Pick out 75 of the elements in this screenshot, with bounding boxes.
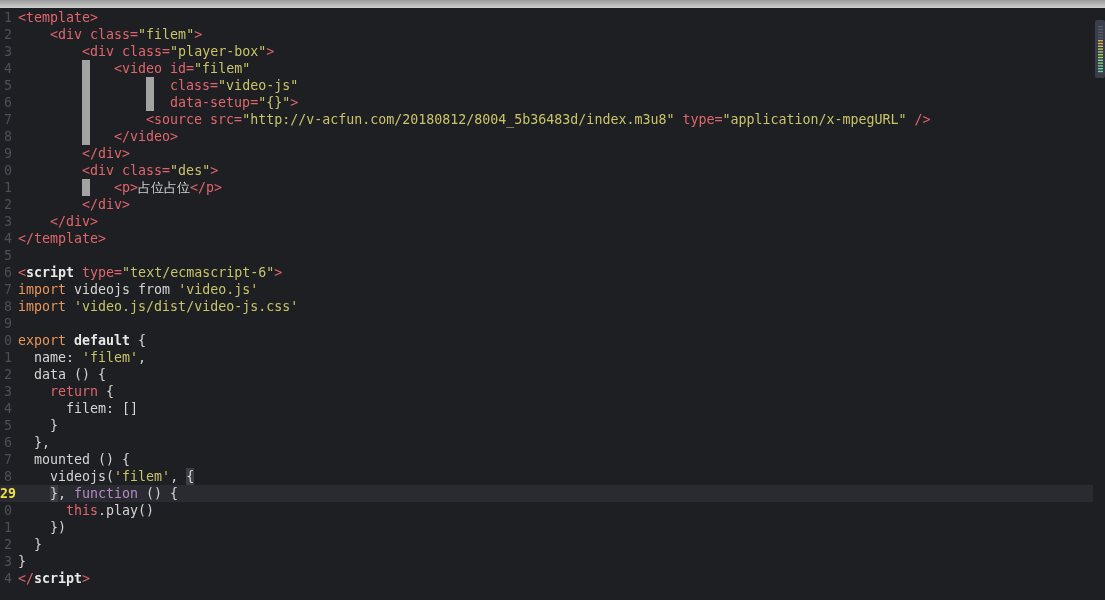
keyword-token: import — [18, 298, 67, 315]
code-token: , — [58, 485, 68, 502]
keyword-token: function — [74, 485, 139, 502]
code-token: } — [18, 553, 26, 570]
code-token: <div class= — [81, 43, 171, 60]
code-token: > — [194, 26, 203, 43]
indent-marker — [82, 128, 91, 145]
code-token: > — [274, 264, 283, 281]
code-token: data () { — [33, 366, 107, 383]
code-token: </p> — [190, 179, 223, 196]
code-token: videojs from — [73, 281, 172, 298]
keyword-token: export — [18, 332, 67, 349]
string-token: "video-js" — [218, 77, 299, 94]
string-token: "application/x-mpegURL" — [722, 111, 907, 128]
code-token: }) — [49, 519, 67, 536]
code-token: 占位占位 — [138, 179, 191, 196]
code-token: name: — [33, 349, 76, 366]
code-token: script — [26, 264, 75, 281]
code-token: script — [34, 570, 83, 587]
string-token: 'video.js/dist/video-js.css' — [73, 298, 299, 315]
string-token: 'filem' — [114, 468, 171, 485]
code-token: </template> — [18, 230, 107, 247]
keyword-token: return — [49, 383, 99, 400]
string-token: "des" — [170, 162, 211, 179]
string-token: "{}" — [258, 94, 291, 111]
code-token: } — [49, 417, 59, 434]
code-token: </div> — [81, 145, 131, 162]
code-token: mounted () { — [33, 451, 131, 468]
indent-marker — [146, 94, 155, 111]
code-token: < — [18, 264, 26, 281]
code-token: default — [73, 332, 131, 349]
code-token: data-setup= — [169, 94, 259, 111]
keyword-token: import — [18, 281, 67, 298]
string-token: 'filem' — [82, 349, 139, 366]
code-token: <div class= — [81, 162, 171, 179]
code-token: </div> — [81, 196, 131, 213]
minimap-drawing[interactable] — [1095, 20, 1105, 78]
code-token: { — [137, 332, 147, 349]
code-token: filem: [] — [65, 400, 139, 417]
keyword-token: this — [65, 502, 99, 519]
code-token: /> — [913, 111, 931, 128]
code-token: <div class= — [49, 26, 139, 43]
string-token: "filem" — [194, 60, 251, 77]
code-token: } — [33, 536, 43, 553]
code-token: > — [82, 570, 91, 587]
code-token: <source src= — [146, 111, 243, 127]
bracket-token: { — [186, 468, 195, 485]
code-token: () { — [145, 485, 179, 502]
code-token: , — [170, 468, 180, 485]
code-token: { — [105, 383, 115, 400]
code-token: > — [290, 94, 299, 111]
code-token: }, — [33, 434, 51, 451]
string-token: "player-box" — [170, 43, 267, 60]
code-token: <video id= — [114, 60, 195, 77]
code-token: , — [138, 349, 147, 366]
string-token: "filem" — [138, 26, 195, 43]
code-token: .play() — [98, 502, 155, 519]
code-token: </div> — [49, 213, 99, 230]
string-token: "http://v-acfun.com/20180812/8004_5b36483d/index.m3u8" — [242, 111, 675, 128]
code-token: type= — [81, 264, 123, 281]
bracket-token: } — [50, 485, 59, 502]
code-token: > — [266, 43, 275, 60]
code-token: </ — [18, 570, 34, 587]
code-token: class= — [169, 77, 219, 94]
code-token: > — [210, 162, 219, 179]
code-token: <template> — [18, 9, 99, 26]
code-token: videojs( — [49, 468, 115, 485]
string-token: 'video.js' — [178, 281, 259, 298]
code-token: type= — [681, 111, 723, 128]
indent-marker — [82, 60, 91, 77]
string-token: "text/ecmascript-6" — [122, 264, 275, 281]
code-token: </video> — [114, 128, 179, 145]
code-token: <p> — [114, 179, 139, 196]
indent-marker — [82, 179, 91, 196]
indent-marker — [146, 77, 155, 94]
